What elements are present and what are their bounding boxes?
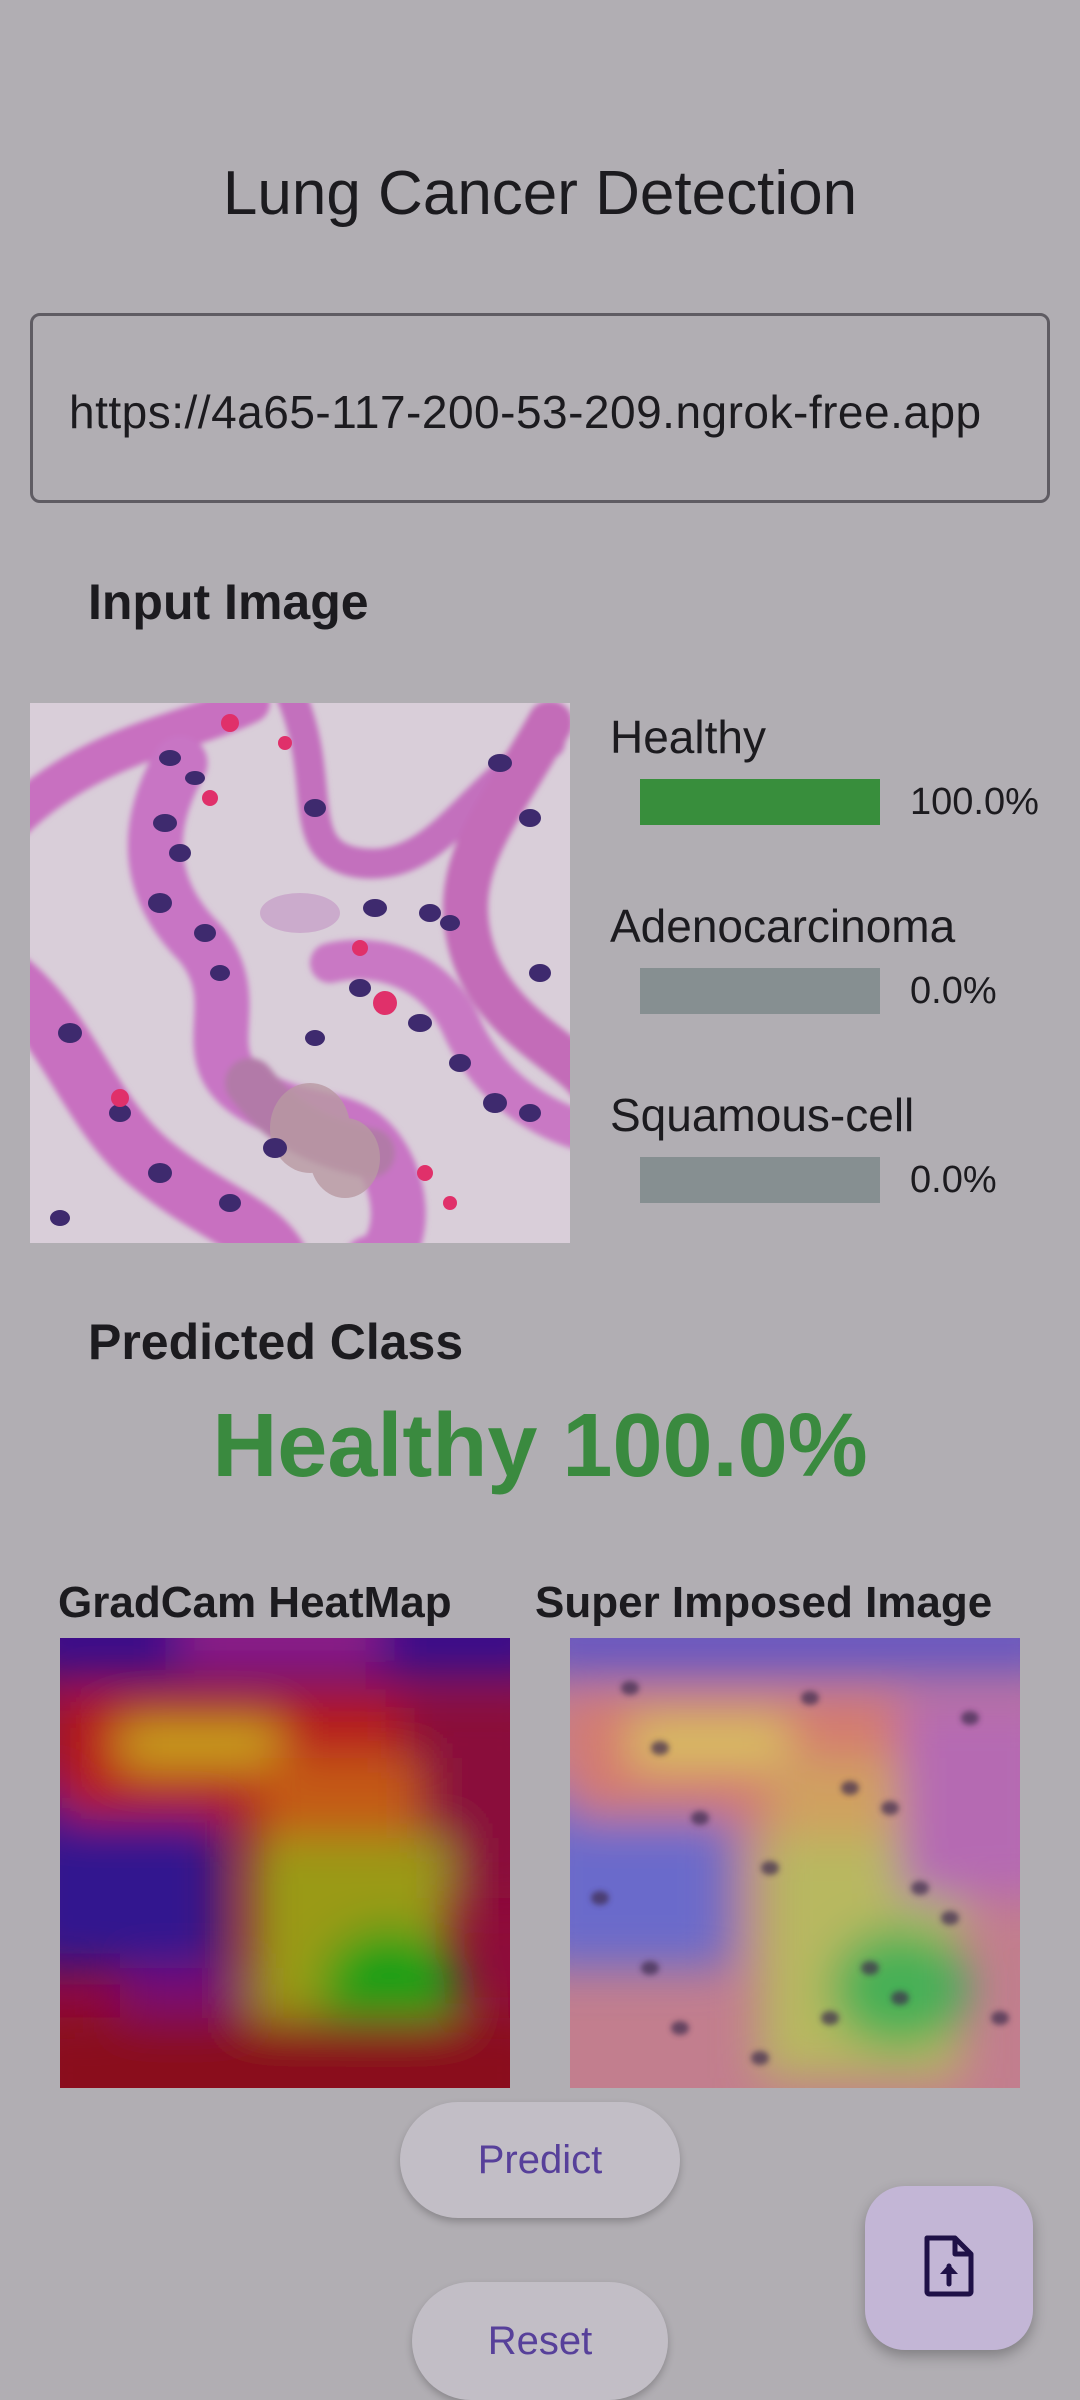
upload-file-button[interactable] xyxy=(865,2186,1033,2350)
status-bar xyxy=(0,0,1080,130)
probability-bar xyxy=(640,779,880,825)
superimposed-image-label: Super Imposed Image xyxy=(535,1578,993,1627)
input-image-label: Input Image xyxy=(88,574,369,630)
probability-value: 100.0% xyxy=(910,781,1039,823)
gradcam-heatmap-image xyxy=(60,1638,510,2088)
predict-button[interactable]: Predict xyxy=(400,2102,680,2218)
gradcam-heatmap-label: GradCam HeatMap xyxy=(58,1578,452,1627)
probability-value: 0.0% xyxy=(910,1159,997,1201)
input-image xyxy=(30,703,570,1243)
server-url-field[interactable]: https://4a65-117-200-53-209.ngrok-free.a… xyxy=(30,313,1050,503)
probability-value: 0.0% xyxy=(910,970,997,1012)
prediction-label: Healthy xyxy=(610,711,766,763)
probability-bar xyxy=(640,968,880,1014)
page-title: Lung Cancer Detection xyxy=(222,159,858,228)
status-icons xyxy=(780,46,980,76)
server-url-value[interactable]: https://4a65-117-200-53-209.ngrok-free.a… xyxy=(69,385,982,439)
probability-bar xyxy=(640,1157,880,1203)
prediction-label: Adenocarcinoma xyxy=(610,900,956,952)
status-time xyxy=(160,46,320,76)
predicted-class-value: Healthy 100.0% xyxy=(212,1396,868,1496)
predicted-class-label: Predicted Class xyxy=(88,1314,464,1370)
probability-bar-fill xyxy=(640,779,880,825)
reset-button[interactable]: Reset xyxy=(412,2282,668,2400)
upload-file-icon xyxy=(921,2234,977,2303)
prediction-label: Squamous-cell xyxy=(610,1089,915,1141)
superimposed-image xyxy=(570,1638,1020,2088)
